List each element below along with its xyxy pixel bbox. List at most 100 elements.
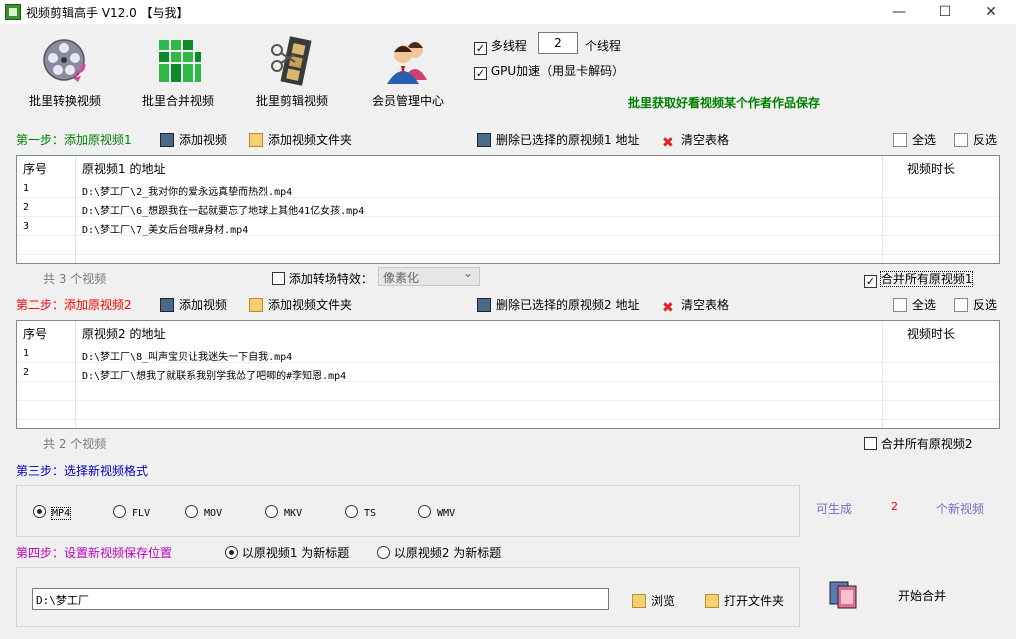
- title-opt2-label: 以原视频2 为新标题: [393, 546, 502, 560]
- step1-add-folder-label: 添加视频文件夹: [268, 133, 353, 147]
- batch-convert-label: 批里转换视频: [28, 94, 101, 108]
- table-row[interactable]: 3 D:\梦工厂\7_美女后台哦#身材.mp4: [17, 217, 999, 236]
- step2-delete-selected-button[interactable]: 删除已选择的原视频2 地址: [477, 296, 639, 313]
- format-mkv-option[interactable]: MKV: [265, 505, 302, 519]
- step1-add-video-button[interactable]: 添加视频: [160, 131, 227, 148]
- batch-merge-button[interactable]: 批里合并视频: [128, 36, 228, 109]
- film-add-icon: [160, 298, 174, 312]
- step1-video-table[interactable]: 序号 原视频1 的地址 视频时长 1 D:\梦工厂\2_我对你的爱永远真挚而热烈…: [16, 155, 1000, 264]
- window-title: 视频剪辑高手 V12.0 【与我】: [26, 6, 189, 20]
- open-folder-button[interactable]: 打开文件夹: [705, 592, 784, 609]
- batch-convert-button[interactable]: 批里转换视频: [15, 36, 115, 109]
- step2-add-folder-button[interactable]: 添加视频文件夹: [249, 296, 352, 313]
- format-mp4-radio[interactable]: [33, 505, 46, 518]
- format-flv-option[interactable]: FLV: [113, 505, 150, 519]
- member-center-button[interactable]: 会员管理中心: [358, 36, 458, 109]
- title-opt2-option[interactable]: 以原视频2 为新标题: [377, 544, 501, 561]
- batch-edit-button[interactable]: 批里剪辑视频: [242, 36, 342, 109]
- step2-clear-table-button[interactable]: ✖ 清空表格: [662, 296, 729, 315]
- merge-all-2-checkbox[interactable]: [864, 437, 877, 450]
- multithread-option[interactable]: ✓ 多线程: [474, 37, 527, 55]
- folder-add-icon: [249, 298, 263, 312]
- step1-invert-button[interactable]: 反选: [954, 131, 997, 148]
- format-mov-option[interactable]: MOV: [185, 505, 222, 519]
- gpu-checkbox[interactable]: ✓: [474, 67, 487, 80]
- row-index: 1: [23, 183, 30, 194]
- step2-clear-table-label: 清空表格: [681, 298, 730, 312]
- step1-clear-table-button[interactable]: ✖ 清空表格: [662, 131, 729, 150]
- title-opt1-label: 以原视频1 为新标题: [241, 546, 350, 560]
- col-index-header: 序号: [23, 327, 48, 341]
- row-index: 3: [23, 221, 30, 232]
- browse-button[interactable]: 浏览: [632, 592, 675, 609]
- merge-all-1-option[interactable]: ✓ 合并所有原视频1: [864, 270, 974, 288]
- format-wmv-label: WMV: [437, 508, 456, 519]
- merge-all-2-option[interactable]: 合并所有原视频2: [864, 435, 972, 452]
- member-center-label: 会员管理中心: [371, 94, 444, 108]
- format-ts-option[interactable]: TS: [345, 505, 376, 519]
- minimize-button[interactable]: —: [876, 0, 922, 24]
- close-button[interactable]: ✕: [968, 0, 1014, 24]
- table-row[interactable]: 1 D:\梦工厂\8_叫声宝贝让我迷失一下自我.mp4: [17, 344, 999, 363]
- red-x-icon: ✖: [662, 300, 674, 316]
- step3-label: 第三步：选择新视频格式: [16, 464, 149, 478]
- step2-select-all-button[interactable]: 全选: [893, 296, 936, 313]
- merge-all-1-label: 合并所有原视频1: [879, 271, 974, 287]
- batch-edit-label: 批里剪辑视频: [255, 94, 328, 108]
- table-header: 序号 原视频1 的地址 视频时长: [17, 156, 999, 178]
- start-merge-button[interactable]: 开始合并: [826, 576, 976, 616]
- step1-add-folder-button[interactable]: 添加视频文件夹: [249, 131, 352, 148]
- title-opt2-radio[interactable]: [377, 546, 390, 559]
- multithread-checkbox[interactable]: ✓: [474, 42, 487, 55]
- title-opt1-radio[interactable]: [225, 546, 238, 559]
- transition-label: 添加转场特效：: [288, 272, 373, 286]
- format-wmv-option[interactable]: WMV: [418, 505, 455, 519]
- start-merge-label: 开始合并: [898, 589, 947, 603]
- format-mov-label: MOV: [204, 508, 223, 519]
- batch-merge-label: 批里合并视频: [141, 94, 214, 108]
- can-generate-label: 可生成: [816, 502, 853, 516]
- step1-delete-selected-button[interactable]: 删除已选择的原视频1 地址: [477, 131, 639, 148]
- format-ts-radio[interactable]: [345, 505, 358, 518]
- folder-add-icon: [249, 133, 263, 147]
- folder-search-icon: [632, 594, 646, 608]
- step1-count: 共 3 个视频: [43, 272, 107, 286]
- step2-video-table[interactable]: 序号 原视频2 的地址 视频时长 1 D:\梦工厂\8_叫声宝贝让我迷失一下自我…: [16, 320, 1000, 429]
- col-index-header: 序号: [23, 162, 48, 176]
- step1-select-all-button[interactable]: 全选: [893, 131, 936, 148]
- title-opt1-option[interactable]: 以原视频1 为新标题: [225, 544, 349, 561]
- col-duration-header: 视频时长: [907, 327, 956, 341]
- table-row[interactable]: 1 D:\梦工厂\2_我对你的爱永远真挚而热烈.mp4: [17, 179, 999, 198]
- step1-select-all-label: 全选: [912, 133, 937, 147]
- step2-invert-button[interactable]: 反选: [954, 296, 997, 313]
- gpu-option[interactable]: ✓ GPU加速（用显卡解码）: [474, 62, 624, 80]
- format-ts-label: TS: [364, 508, 377, 519]
- step1-clear-table-label: 清空表格: [681, 133, 730, 147]
- transition-select[interactable]: 像素化: [378, 266, 480, 286]
- document-icon: [893, 133, 907, 147]
- step2-add-video-label: 添加视频: [179, 298, 228, 312]
- format-mkv-label: MKV: [284, 508, 303, 519]
- table-row[interactable]: 2 D:\梦工厂\想我了就联系我别学我怂了吧唧的#李知恩.mp4: [17, 363, 999, 382]
- format-wmv-radio[interactable]: [418, 505, 431, 518]
- row-path: D:\梦工厂\想我了就联系我别学我怂了吧唧的#李知恩.mp4: [82, 371, 347, 382]
- film-strip-scissors-icon: [267, 36, 317, 86]
- maximize-button[interactable]: ☐: [922, 0, 968, 24]
- thread-count-input[interactable]: 2: [538, 32, 578, 54]
- format-flv-radio[interactable]: [113, 505, 126, 518]
- save-path-input[interactable]: D:\梦工厂: [32, 588, 609, 610]
- new-videos-label: 个新视频: [936, 502, 985, 516]
- step2-add-video-button[interactable]: 添加视频: [160, 296, 227, 313]
- promo-link[interactable]: 批里获取好看视频某个作者作品保存: [628, 94, 820, 111]
- format-mkv-radio[interactable]: [265, 505, 278, 518]
- table-row[interactable]: 2 D:\梦工厂\6_想跟我在一起就要忘了地球上其他41亿女孩.mp4: [17, 198, 999, 217]
- multithread-label: 多线程: [490, 39, 527, 53]
- transition-option[interactable]: 添加转场特效：: [272, 270, 373, 287]
- generate-count: 2: [891, 500, 898, 513]
- gpu-label: GPU加速（用显卡解码）: [490, 64, 625, 78]
- format-mp4-option[interactable]: MP4: [33, 505, 72, 520]
- step1-invert-label: 反选: [973, 133, 998, 147]
- transition-checkbox[interactable]: [272, 272, 285, 285]
- merge-all-1-checkbox[interactable]: ✓: [864, 275, 877, 288]
- format-mov-radio[interactable]: [185, 505, 198, 518]
